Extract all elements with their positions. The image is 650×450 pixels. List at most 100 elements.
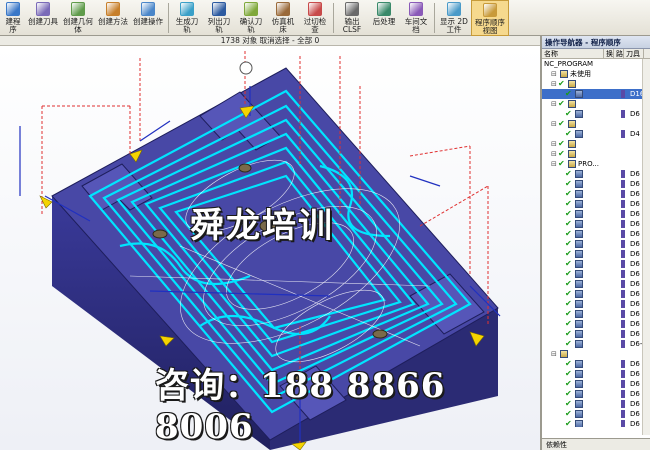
operation-row[interactable]: ✔ D6: [542, 189, 650, 199]
program-group-row[interactable]: ⊟ 未使用: [542, 69, 650, 79]
toolbar-button-create-method[interactable]: 创建方法: [96, 0, 130, 36]
toolbar-button-label: 列出刀轨: [207, 17, 231, 34]
operation-row[interactable]: ✔ D6: [542, 329, 650, 339]
operation-row[interactable]: ✔ D6: [542, 399, 650, 409]
toolbar-button-label: 创建刀具: [28, 17, 58, 26]
program-group-row[interactable]: ⊟ ✔: [542, 79, 650, 89]
toolbar-button-label: 建程序: [5, 17, 21, 34]
column-toolchange[interactable]: 换: [604, 49, 614, 58]
program-group-row[interactable]: ⊟ ✔: [542, 149, 650, 159]
toolbar-button-verify-toolpath[interactable]: 确认刀轨: [235, 0, 267, 36]
operation-row[interactable]: ✔ D6: [542, 169, 650, 179]
toolbar-button-create-operation[interactable]: 创建操作: [130, 0, 166, 36]
status-check-icon: ✔: [558, 159, 565, 168]
toolbar-button-show-2d-workpiece[interactable]: 显示 2D工件: [437, 0, 471, 36]
operation-row[interactable]: ✔ D6: [542, 419, 650, 427]
column-name[interactable]: 名称: [542, 49, 604, 58]
toolbar-button-generate-toolpath[interactable]: 生成刀轨: [171, 0, 203, 36]
toolbar-button-simulate-machine[interactable]: 仿真机床: [267, 0, 299, 36]
status-check-icon: ✔: [565, 199, 572, 208]
tool-icon: [621, 320, 625, 328]
program-group-row[interactable]: ⊟ ✔: [542, 119, 650, 129]
toolbar-button-create-program[interactable]: 建程序: [0, 0, 26, 36]
graphics-viewport[interactable]: 舜龙培训 咨询：188 8866 8006: [0, 46, 540, 450]
operation-row[interactable]: ✔ D6: [542, 269, 650, 279]
expand-toggle-icon[interactable]: ⊟: [551, 69, 558, 79]
expand-toggle-icon[interactable]: ⊟: [551, 349, 558, 359]
toolbar-button-label: 过切检查: [303, 17, 327, 34]
operation-row[interactable]: ✔ D6: [542, 179, 650, 189]
operation-row[interactable]: ✔ D6: [542, 219, 650, 229]
main-toolbar: 建程序 创建刀具 创建几何体 创建方法 创建操作 生成刀轨 列出刀轨 确认刀轨 仿真机床 过切检查…: [0, 0, 650, 36]
toolbar-button-create-geometry[interactable]: 创建几何体: [60, 0, 96, 36]
operation-row[interactable]: ✔ D6: [542, 299, 650, 309]
operation-icon: [575, 340, 583, 348]
operation-row[interactable]: ✔ D6: [542, 229, 650, 239]
operation-icon: [575, 390, 583, 398]
operation-row[interactable]: ✔ D6: [542, 359, 650, 369]
status-check-icon: ✔: [565, 419, 572, 427]
program-group-row[interactable]: ⊟ ✔ PRO...: [542, 159, 650, 169]
operation-row[interactable]: ✔ D6: [542, 259, 650, 269]
program-group-row[interactable]: ⊟ ✔: [542, 99, 650, 109]
toolbar-button-postprocess[interactable]: 后处理: [368, 0, 400, 36]
tool-icon: [621, 420, 625, 427]
operation-row[interactable]: ✔ D6: [542, 379, 650, 389]
expand-toggle-icon[interactable]: ⊟: [551, 159, 558, 169]
status-check-icon: ✔: [565, 219, 572, 228]
operation-row[interactable]: ✔ D6: [542, 199, 650, 209]
tool-icon: [621, 390, 625, 398]
operation-row[interactable]: ✔D6-0.1: [542, 339, 650, 349]
operation-row[interactable]: ✔ D6: [542, 289, 650, 299]
toolbar-button-gouge-check[interactable]: 过切检查: [299, 0, 331, 36]
status-check-icon: ✔: [558, 79, 565, 88]
program-group-row[interactable]: ⊟: [542, 349, 650, 359]
create-program-icon: [6, 2, 20, 16]
expand-toggle-icon[interactable]: ⊟: [551, 139, 558, 149]
operation-row[interactable]: ✔ D4: [542, 129, 650, 139]
operation-row[interactable]: ✔ D6: [542, 319, 650, 329]
status-check-icon: ✔: [565, 339, 572, 348]
operation-row[interactable]: ✔D16R0.8: [542, 89, 650, 99]
tool-icon: [621, 370, 625, 378]
dependency-panel-header[interactable]: 依赖性: [542, 438, 650, 450]
column-tool[interactable]: 刀具: [624, 49, 644, 58]
tool-icon: [621, 180, 625, 188]
expand-toggle-icon[interactable]: ⊟: [551, 79, 558, 89]
status-check-icon: ✔: [565, 259, 572, 268]
operation-row[interactable]: ✔ D6: [542, 239, 650, 249]
expand-toggle-icon[interactable]: ⊟: [551, 119, 558, 129]
selection-status: 1738 对象 取消选择 - 全部 0: [0, 36, 540, 46]
tool-name: D6: [630, 360, 640, 368]
operation-row[interactable]: ✔ D6: [542, 389, 650, 399]
operation-row[interactable]: ✔ D6: [542, 209, 650, 219]
tool-icon: [621, 230, 625, 238]
operation-row[interactable]: ✔ D6: [542, 109, 650, 119]
toolbar-button-output-clsf[interactable]: 输出CLSF: [336, 0, 368, 36]
column-path[interactable]: 路: [614, 49, 624, 58]
operation-row[interactable]: ✔ D6: [542, 309, 650, 319]
postprocess-icon: [377, 2, 391, 16]
expand-toggle-icon[interactable]: ⊟: [551, 149, 558, 159]
operation-row[interactable]: ✔ D6: [542, 279, 650, 289]
status-check-icon: ✔: [565, 369, 572, 378]
tool-icon: [621, 380, 625, 388]
toolbar-button-program-order-view[interactable]: 程序顺序视图: [471, 0, 509, 36]
tool-icon: [621, 270, 625, 278]
navigator-scrollbar[interactable]: [642, 59, 650, 435]
program-group-row[interactable]: ⊟ ✔: [542, 139, 650, 149]
operation-row[interactable]: ✔ D6: [542, 249, 650, 259]
status-check-icon: ✔: [565, 89, 572, 98]
status-check-icon: ✔: [558, 99, 565, 108]
toolbar-button-create-tool[interactable]: 创建刀具: [26, 0, 60, 36]
expand-toggle-icon[interactable]: ⊟: [551, 99, 558, 109]
navigator-title: 操作导航器 - 程序顺序: [542, 36, 650, 49]
status-check-icon: ✔: [565, 359, 572, 368]
program-group-row[interactable]: NC_PROGRAM: [542, 59, 650, 69]
toolbar-button-label: 显示 2D工件: [440, 17, 468, 34]
operation-row[interactable]: ✔ D6: [542, 409, 650, 419]
operation-row[interactable]: ✔ D6: [542, 369, 650, 379]
toolbar-button-list-toolpath[interactable]: 列出刀轨: [203, 0, 235, 36]
tool-icon: [621, 90, 625, 98]
toolbar-button-shop-doc[interactable]: 车间文档: [400, 0, 432, 36]
